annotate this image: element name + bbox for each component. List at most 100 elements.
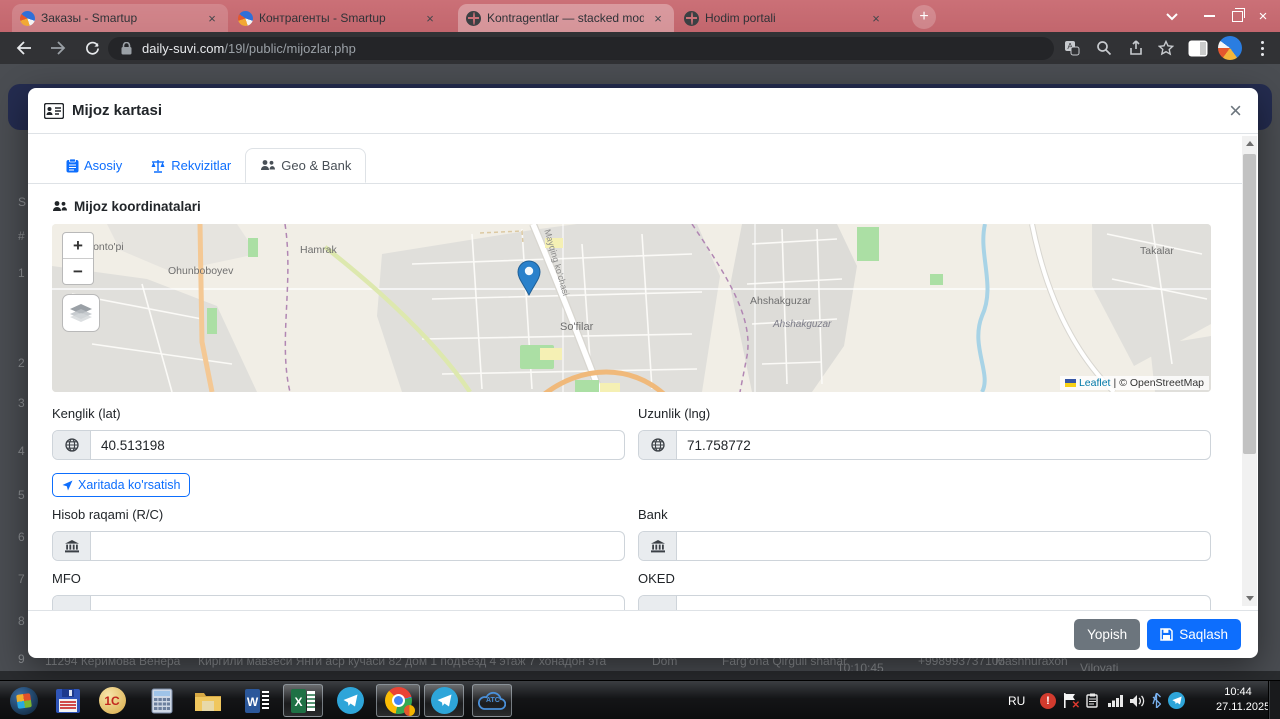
atc-cloud-app-icon[interactable]: ATC	[472, 684, 512, 717]
modal-scrollbar[interactable]	[1242, 136, 1257, 606]
action-center-flag-icon[interactable]: ✕	[1063, 681, 1080, 719]
tab-search-chevron-icon[interactable]	[1160, 5, 1184, 29]
show-desktop-button[interactable]	[1268, 681, 1280, 719]
start-button[interactable]	[4, 684, 44, 717]
tab-close-icon[interactable]: ×	[650, 11, 666, 26]
account-input[interactable]	[91, 532, 624, 560]
people-map-icon	[261, 160, 276, 170]
modal-close-icon[interactable]: ×	[1229, 99, 1242, 122]
new-tab-button[interactable]: +	[912, 5, 936, 29]
floppy-app-icon[interactable]	[48, 684, 88, 717]
scrollbar-thumb[interactable]	[1243, 154, 1256, 454]
scroll-down-arrow-icon[interactable]	[1242, 591, 1257, 606]
dim-text: 9	[18, 652, 25, 666]
browser-toolbar: daily-suvi.com/19l/public/mijozlar.php A	[0, 32, 1280, 64]
map-place-label: Takalar	[1140, 245, 1174, 257]
folder-app-icon[interactable]	[188, 684, 228, 717]
antivirus-alert-icon[interactable]: !	[1040, 681, 1056, 719]
browser-tab-kontragenty[interactable]: Контрагенты - Smartup ×	[230, 4, 446, 32]
lng-input[interactable]	[677, 431, 1210, 459]
browser-tabstrip: Заказы - Smartup × Контрагенты - Smartup…	[0, 0, 1280, 32]
telegram-tray-icon[interactable]	[1168, 681, 1185, 719]
bank-icon	[53, 596, 91, 610]
share-icon[interactable]	[1124, 36, 1148, 60]
forward-icon[interactable]	[46, 36, 70, 60]
map-place-label: Ahshakguzar	[750, 295, 812, 307]
window-minimize-button[interactable]	[1196, 8, 1222, 24]
dim-text: 5	[18, 488, 25, 502]
dim-text: 6	[18, 530, 25, 544]
zoom-in-button[interactable]: +	[63, 233, 93, 259]
chrome-app-icon[interactable]	[376, 684, 420, 717]
tray-app-icon[interactable]	[1086, 681, 1100, 719]
tab-geo-bank[interactable]: Geo & Bank	[245, 148, 367, 183]
calculator-app-icon[interactable]	[142, 684, 182, 717]
show-on-map-button[interactable]: Xaritada ko'rsatish	[52, 473, 191, 497]
browser-tab-kontragentlar-active[interactable]: Kontragentlar — stacked modal ( ×	[458, 4, 674, 32]
bank-input[interactable]	[677, 532, 1210, 560]
url-domain: daily-suvi.com	[142, 41, 225, 56]
attribution-separator: |	[1113, 377, 1117, 389]
zoom-out-button[interactable]: −	[63, 259, 93, 284]
1c-app-icon[interactable]: 1С	[92, 684, 132, 717]
zoom-search-icon[interactable]	[1092, 36, 1116, 60]
lock-icon[interactable]	[121, 42, 132, 55]
profile-avatar[interactable]	[1218, 36, 1242, 60]
bookmark-star-icon[interactable]	[1154, 36, 1178, 60]
scroll-up-arrow-icon[interactable]	[1242, 136, 1257, 151]
browser-tab-hodim[interactable]: Hodim portali ×	[676, 4, 892, 32]
osm-link[interactable]: © OpenStreetMap	[1119, 377, 1204, 389]
window-close-button[interactable]: ×	[1250, 8, 1276, 25]
yopish-button[interactable]: Yopish	[1074, 619, 1141, 650]
tab-asosiy[interactable]: Asosiy	[52, 148, 136, 183]
dim-text: 8	[18, 614, 25, 628]
translate-icon[interactable]: A	[1060, 36, 1084, 60]
tray-clock[interactable]: 10:44 27.11.2025	[1216, 685, 1270, 715]
tab-label: Asosiy	[84, 158, 123, 173]
leaflet-link[interactable]: Leaflet	[1079, 377, 1111, 389]
section-title: Mijoz koordinatalari	[74, 199, 201, 214]
globe-icon	[53, 431, 91, 459]
bank-icon	[53, 532, 91, 560]
account-label: Hisob raqami (R/C)	[52, 507, 164, 522]
modal-header: Mijoz kartasi ×	[28, 88, 1258, 134]
atc-label: ATC	[486, 696, 500, 704]
tab-rekvizitlar[interactable]: Rekvizitlar	[136, 148, 245, 183]
telegram-app-icon[interactable]	[330, 684, 370, 717]
address-bar[interactable]: daily-suvi.com/19l/public/mijozlar.php	[108, 37, 1054, 60]
oked-input[interactable]	[677, 596, 1210, 610]
people-map-icon	[53, 201, 67, 211]
tabs-underline	[28, 183, 1242, 184]
mfo-input[interactable]	[91, 596, 624, 610]
lat-input[interactable]	[91, 431, 624, 459]
bluetooth-icon[interactable]	[1152, 681, 1161, 719]
tab-close-icon[interactable]: ×	[422, 11, 438, 26]
browser-menu-kebab-icon[interactable]	[1250, 36, 1274, 60]
tab-close-icon[interactable]: ×	[868, 11, 884, 26]
id-card-icon	[44, 102, 64, 119]
svg-text:X: X	[294, 695, 302, 709]
back-icon[interactable]	[12, 36, 36, 60]
map-layers-button[interactable]	[62, 294, 100, 332]
modal-body: Asosiy Rekvizitlar Geo & Bank Mijoz koor…	[28, 134, 1242, 610]
excel-app-icon[interactable]: X	[283, 684, 323, 717]
journal-icon	[66, 158, 79, 172]
browser-tab-zakazy[interactable]: Заказы - Smartup ×	[12, 4, 228, 32]
telegram2-app-icon[interactable]	[424, 684, 464, 717]
side-panel-icon[interactable]	[1186, 36, 1210, 60]
saqlash-button[interactable]: Saqlash	[1147, 619, 1241, 650]
mfo-label: MFO	[52, 571, 81, 586]
volume-icon[interactable]	[1130, 681, 1146, 719]
navigation-arrow-icon	[62, 480, 73, 490]
dim-text: 3	[18, 396, 25, 410]
network-signal-icon[interactable]	[1108, 681, 1124, 719]
leaflet-map[interactable]: Eshonto'pi Ohunboboyev Hamrak Mayqing ko…	[52, 224, 1211, 392]
window-restore-button[interactable]	[1224, 7, 1250, 24]
reload-icon[interactable]	[80, 36, 104, 60]
clock-time: 10:44	[1224, 686, 1252, 698]
tray-language[interactable]: RU	[1008, 681, 1025, 719]
modal-title: Mijoz kartasi	[72, 102, 163, 119]
word-app-icon[interactable]: W	[237, 684, 277, 717]
tab-close-icon[interactable]: ×	[204, 11, 220, 26]
dim-text: S	[18, 195, 27, 209]
